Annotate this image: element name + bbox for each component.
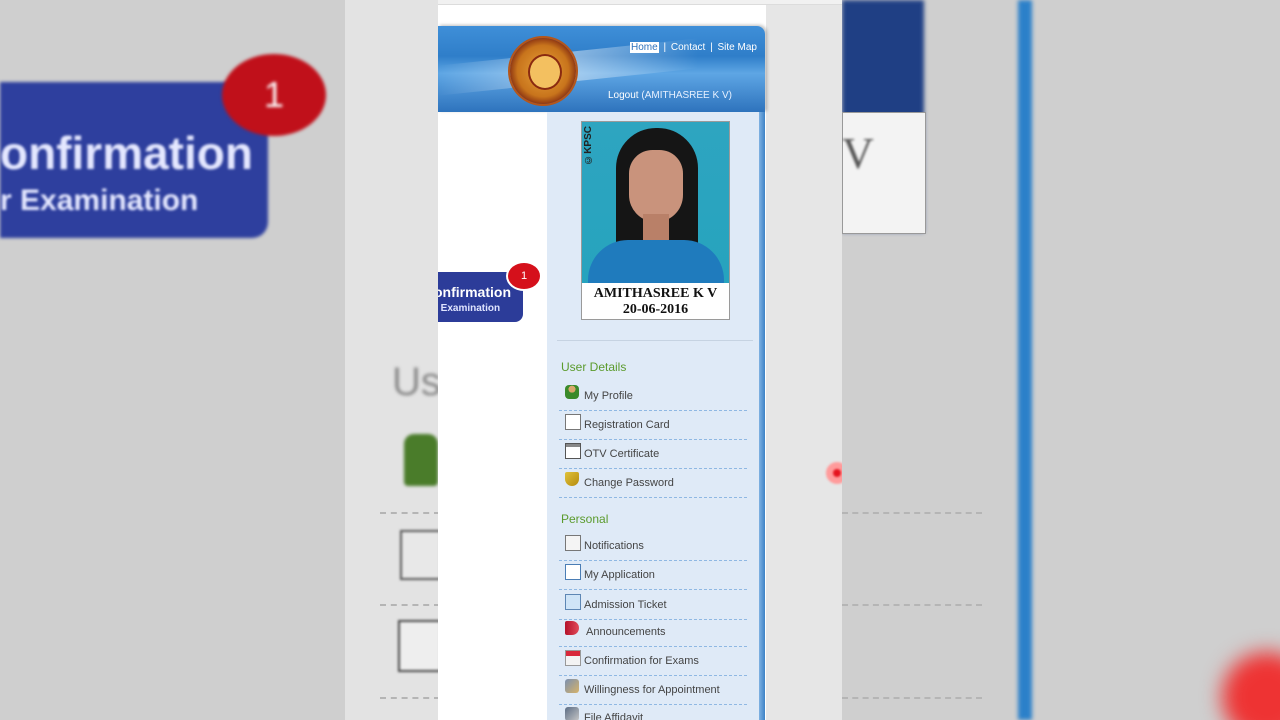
calendar-icon xyxy=(565,650,581,666)
menu-label: Confirmation for Exams xyxy=(584,655,699,667)
ticket-icon xyxy=(565,594,581,610)
menu-otv-certificate[interactable]: OTV Certificate xyxy=(559,440,747,469)
menu-willingness-for-appointment[interactable]: Willingness for Appointment xyxy=(559,676,747,705)
menu-label: Willingness for Appointment xyxy=(584,684,720,696)
backdrop-divider xyxy=(842,604,982,606)
link-separator: | xyxy=(710,42,713,53)
backdrop-heading: Us xyxy=(392,360,441,404)
phone-screen: Home | Contact | Site Map Logout (AMITHA… xyxy=(438,0,842,720)
sidebar-divider xyxy=(557,340,753,341)
menu-label: Registration Card xyxy=(584,419,670,431)
banner-subtitle: r Examination xyxy=(438,303,501,314)
profile-photo-date: 20-06-2016 xyxy=(622,302,689,317)
backdrop-divider xyxy=(380,604,440,606)
photo-watermark: ©KPSC xyxy=(583,126,594,165)
profile-photo-card: ©KPSC AMITHASREE K V 20-06-2016 xyxy=(581,121,730,320)
logged-in-user: (AMITHASREE K V) xyxy=(641,90,732,101)
section-personal: Personal xyxy=(561,512,609,526)
menu-label: Announcements xyxy=(586,626,666,638)
top-links: Home | Contact | Site Map xyxy=(630,42,757,53)
menu-announcements[interactable]: Announcements xyxy=(559,618,747,647)
backdrop-stripe xyxy=(1018,0,1032,720)
edit-icon xyxy=(565,564,581,580)
link-separator: | xyxy=(663,42,667,53)
backdrop-user-icon xyxy=(404,434,438,486)
logout-area: Logout (AMITHASREE K V) xyxy=(608,90,732,101)
backdrop-banner-line1: onfirmation xyxy=(0,127,253,179)
photo-body xyxy=(588,240,724,283)
menu-label: File Affidavit xyxy=(584,712,644,720)
menu-label: OTV Certificate xyxy=(584,448,660,460)
photo-face xyxy=(629,150,683,222)
certificate-icon xyxy=(565,443,581,459)
menu-notifications[interactable]: Notifications xyxy=(559,532,747,561)
sidebar-edge xyxy=(759,112,765,720)
home-link[interactable]: Home xyxy=(630,42,659,53)
menu-registration-card[interactable]: Registration Card xyxy=(559,411,747,440)
site-header: Home | Contact | Site Map Logout (AMITHA… xyxy=(438,26,765,112)
psc-logo-icon[interactable] xyxy=(510,38,576,104)
menu-file-affidavit[interactable]: File Affidavit xyxy=(559,704,747,720)
contact-link[interactable]: Contact xyxy=(671,42,705,53)
pen-icon xyxy=(565,707,579,720)
profile-name: AMITHASREE K V xyxy=(593,286,718,301)
backdrop-divider xyxy=(380,697,440,699)
backdrop-caption-letter: V xyxy=(842,129,874,178)
profile-photo: ©KPSC xyxy=(582,122,729,283)
section-user-details: User Details xyxy=(561,360,627,374)
record-dot xyxy=(833,469,841,477)
banner-title: onfirmation xyxy=(438,284,511,300)
backdrop-card-icon xyxy=(400,530,442,580)
logo-emblem xyxy=(528,54,562,90)
logout-link[interactable]: Logout xyxy=(608,90,639,101)
envelope-icon xyxy=(565,535,581,551)
record-indicator-icon[interactable] xyxy=(826,462,842,484)
backdrop-divider xyxy=(380,512,440,514)
notification-badge: 1 xyxy=(508,263,540,289)
handshake-icon xyxy=(565,679,579,693)
menu-admission-ticket[interactable]: Admission Ticket xyxy=(559,591,747,620)
backdrop-badge: 1 xyxy=(222,54,326,136)
menu-confirmation-for-exams[interactable]: Confirmation for Exams xyxy=(559,647,747,676)
menu-my-application[interactable]: My Application xyxy=(559,561,747,590)
site-map-link[interactable]: Site Map xyxy=(718,42,757,53)
menu-change-password[interactable]: Change Password xyxy=(559,469,747,498)
menu-label: My Application xyxy=(584,569,655,581)
megaphone-icon xyxy=(565,621,579,635)
menu-label: My Profile xyxy=(584,390,633,402)
menu-my-profile[interactable]: My Profile xyxy=(559,382,747,411)
menu-label: Admission Ticket xyxy=(584,599,667,611)
backdrop-divider xyxy=(842,512,982,514)
card-icon xyxy=(565,414,581,430)
user-sidebar: ©KPSC AMITHASREE K V 20-06-2016 User Det… xyxy=(547,112,759,720)
page-gutter xyxy=(766,5,842,720)
backdrop-divider xyxy=(842,697,982,699)
backdrop-banner-line2: r Examination xyxy=(0,184,199,217)
backdrop-certificate-icon xyxy=(398,620,442,672)
shield-icon xyxy=(565,472,579,486)
menu-label: Change Password xyxy=(584,477,674,489)
user-icon xyxy=(565,385,579,399)
menu-label: Notifications xyxy=(584,540,644,552)
